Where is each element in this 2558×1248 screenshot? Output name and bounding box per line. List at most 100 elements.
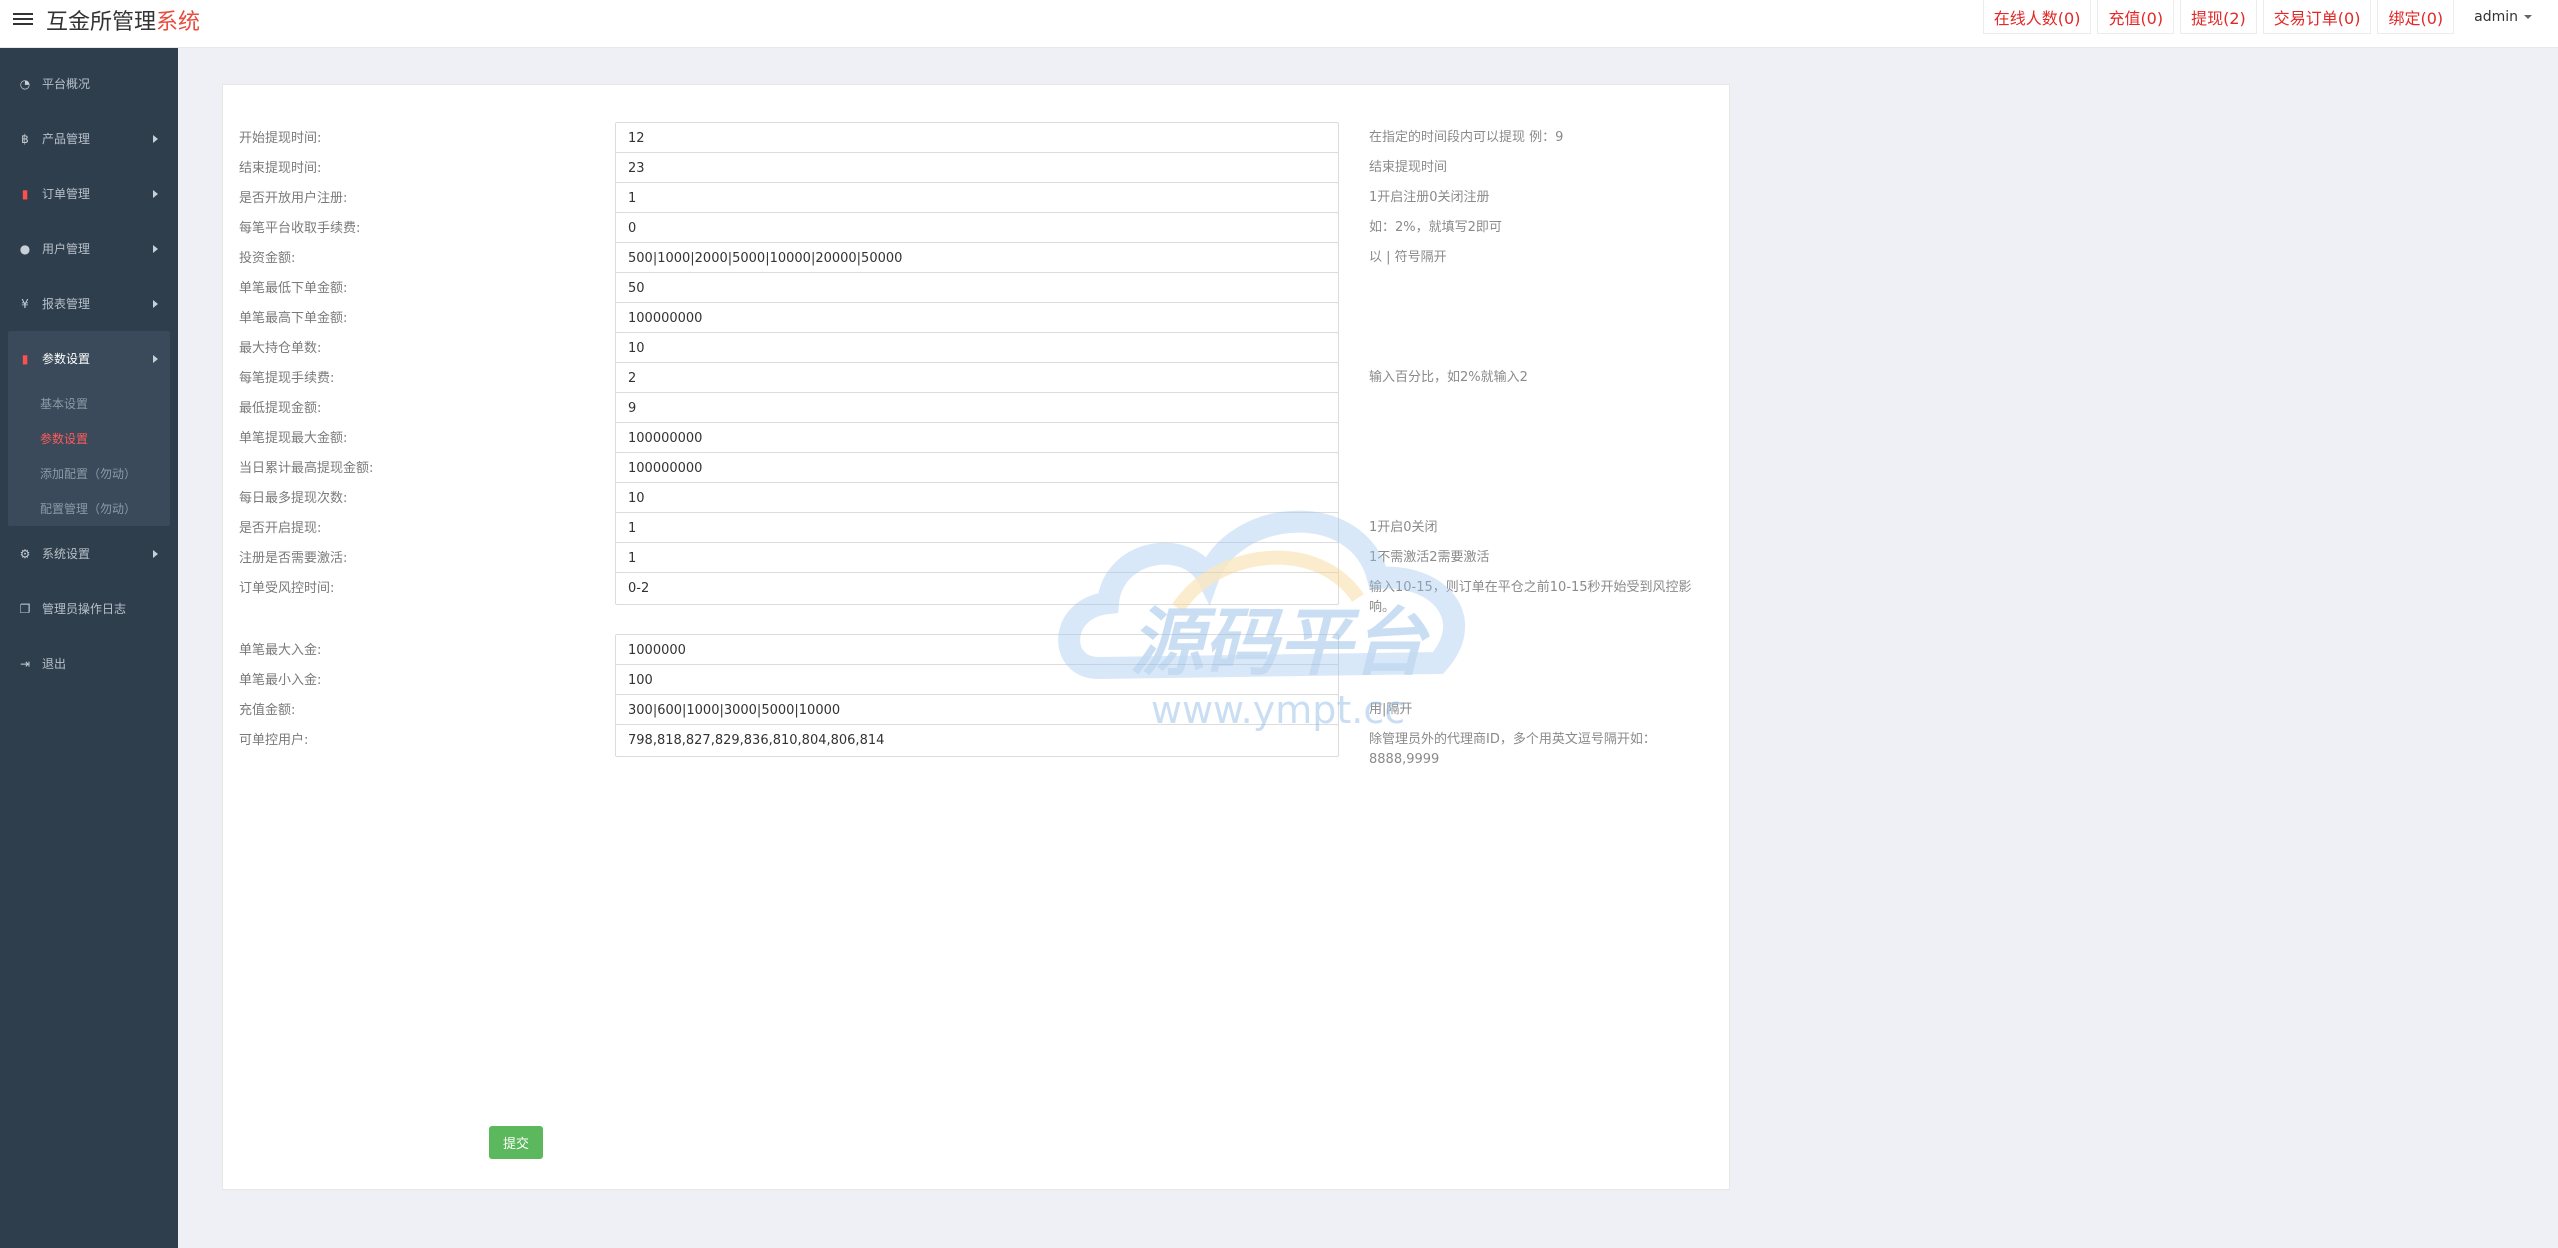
caret-right-icon	[153, 300, 158, 308]
form-label: 充值金额:	[239, 703, 296, 718]
trade-orders-link[interactable]: 交易订单(0)	[2262, 0, 2372, 34]
form-hint: 输入百分比，如2%就输入2	[1369, 370, 1528, 385]
caret-right-icon	[153, 135, 158, 143]
form-hint: 以 | 符号隔开	[1369, 250, 1447, 265]
order-icon: ▮	[21, 186, 29, 201]
form-input[interactable]	[615, 302, 1339, 335]
form-label: 开始提现时间:	[239, 131, 322, 146]
form-label: 每笔提现手续费:	[239, 371, 335, 386]
form-hint: 结束提现时间	[1369, 160, 1448, 175]
caret-down-icon	[2524, 15, 2532, 19]
form-input[interactable]	[615, 242, 1339, 275]
form-label: 注册是否需要激活:	[239, 551, 348, 566]
form-label: 结束提现时间:	[239, 161, 322, 176]
form-label: 单笔最低下单金额:	[239, 281, 348, 296]
submit-button[interactable]: 提交	[489, 1126, 543, 1159]
sidebar-item-label: 产品管理	[42, 132, 91, 146]
form-input[interactable]	[615, 392, 1339, 425]
form-label: 单笔最大入金:	[239, 643, 322, 658]
sidebar-item-params[interactable]: ▮ 参数设置	[8, 331, 170, 386]
form-input[interactable]	[615, 422, 1339, 455]
log-icon: ❐	[19, 601, 31, 616]
form-input[interactable]	[615, 182, 1339, 215]
form-label: 单笔最小入金:	[239, 673, 322, 688]
form-input[interactable]	[615, 724, 1339, 757]
bind-link[interactable]: 绑定(0)	[2377, 0, 2455, 34]
form-label: 是否开启提现:	[239, 521, 322, 536]
caret-right-icon	[153, 550, 158, 558]
withdraw-link[interactable]: 提现(2)	[2180, 0, 2257, 34]
form-hint: 除管理员外的代理商ID，多个用英文逗号隔开如：8888,9999	[1369, 732, 1656, 767]
form-label: 每笔平台收取手续费:	[239, 221, 361, 236]
sidebar-subitem-add-config[interactable]: 添加配置（勿动）	[8, 456, 170, 491]
top-links: 在线人数(0) 充值(0) 提现(2) 交易订单(0) 绑定(0) admin	[1977, 0, 2546, 34]
form-hint: 1不需激活2需要激活	[1369, 550, 1490, 565]
form-input[interactable]	[615, 212, 1339, 245]
settings-panel: 开始提现时间: 在指定的时间段内可以提现 例：9 结束提现时间: 结束提现时间是否开放…	[222, 84, 1730, 1190]
form-hint: 在指定的时间段内可以提现 例：9	[1369, 130, 1564, 145]
sidebar-item-logout[interactable]: ⇥ 退出	[0, 636, 178, 691]
sidebar-item-orders[interactable]: ▮ 订单管理	[0, 166, 178, 221]
sidebar-item-label: 订单管理	[42, 187, 91, 201]
user-menu[interactable]: admin	[2460, 0, 2546, 34]
form-input[interactable]	[615, 362, 1339, 395]
form-label: 单笔提现最大金额:	[239, 431, 348, 446]
online-users-link[interactable]: 在线人数(0)	[1982, 0, 2092, 34]
sidebar-item-label: 系统设置	[42, 547, 91, 561]
form-label: 最大持仓单数:	[239, 341, 322, 356]
username: admin	[2474, 9, 2518, 25]
sidebar-subitem-basic-settings[interactable]: 基本设置	[8, 386, 170, 421]
sidebar-item-users[interactable]: ● 用户管理	[0, 221, 178, 276]
app-title: 互金所管理系统	[46, 10, 201, 35]
sidebar-item-admin-log[interactable]: ❐ 管理员操作日志	[0, 581, 178, 636]
top-bar: 互金所管理系统 在线人数(0) 充值(0) 提现(2) 交易订单(0) 绑定(0…	[0, 0, 2558, 48]
form-label: 订单受风控时间:	[239, 581, 335, 596]
form-hint: 1开启注册0关闭注册	[1369, 190, 1490, 205]
form-hint: 如：2%，就填写2即可	[1369, 220, 1502, 235]
sidebar: ◔ 平台概况 ฿ 产品管理 ▮ 订单管理 ● 用户管理 ¥ 报表管理 ▮ 参数设…	[0, 48, 178, 1248]
form-label: 可单控用户:	[239, 733, 309, 748]
dashboard-icon: ◔	[19, 76, 31, 91]
form-input[interactable]	[615, 664, 1339, 697]
sidebar-item-reports[interactable]: ¥ 报表管理	[0, 276, 178, 331]
caret-right-icon	[153, 190, 158, 198]
form-hint: 用|隔开	[1369, 702, 1413, 717]
form-input[interactable]	[615, 634, 1339, 667]
menu-toggle-icon[interactable]	[13, 10, 33, 30]
sidebar-item-system-settings[interactable]: ⚙ 系统设置	[0, 526, 178, 581]
form-input[interactable]	[615, 122, 1339, 155]
form-label: 每日最多提现次数:	[239, 491, 348, 506]
form-hint: 1开启0关闭	[1369, 520, 1438, 535]
form-input[interactable]	[615, 332, 1339, 365]
form-label: 当日累计最高提现金额:	[239, 461, 374, 476]
form-input[interactable]	[615, 694, 1339, 727]
sidebar-subitem-param-settings[interactable]: 参数设置	[8, 421, 170, 456]
yen-icon: ¥	[21, 296, 29, 311]
form-label: 最低提现金额:	[239, 401, 322, 416]
caret-right-icon	[153, 355, 158, 363]
sidebar-item-label: 用户管理	[42, 242, 91, 256]
caret-right-icon	[153, 245, 158, 253]
form-input[interactable]	[615, 452, 1339, 485]
form-hint: 输入10-15，则订单在平仓之前10-15秒开始受到风控影响。	[1369, 580, 1692, 615]
sidebar-item-products[interactable]: ฿ 产品管理	[0, 111, 178, 166]
form-label: 单笔最高下单金额:	[239, 311, 348, 326]
sidebar-group-params: ▮ 参数设置 基本设置 参数设置 添加配置（勿动） 配置管理（勿动）	[8, 331, 170, 526]
sidebar-subitem-config-manage[interactable]: 配置管理（勿动）	[8, 491, 170, 526]
sidebar-item-label: 管理员操作日志	[42, 602, 127, 616]
form-input[interactable]	[615, 482, 1339, 515]
form-input[interactable]	[615, 512, 1339, 545]
form-input[interactable]	[615, 152, 1339, 185]
settings-doc-icon: ▮	[21, 351, 29, 366]
sidebar-item-label: 参数设置	[42, 352, 91, 366]
form-input[interactable]	[615, 542, 1339, 575]
sidebar-item-label: 报表管理	[42, 297, 91, 311]
form-label: 投资金额:	[239, 251, 296, 266]
form-input[interactable]	[615, 572, 1339, 605]
sidebar-item-platform-overview[interactable]: ◔ 平台概况	[0, 56, 178, 111]
recharge-link[interactable]: 充值(0)	[2097, 0, 2175, 34]
form-input[interactable]	[615, 272, 1339, 305]
gears-icon: ⚙	[19, 546, 31, 561]
sidebar-item-label: 退出	[42, 657, 67, 671]
form-label: 是否开放用户注册:	[239, 191, 348, 206]
